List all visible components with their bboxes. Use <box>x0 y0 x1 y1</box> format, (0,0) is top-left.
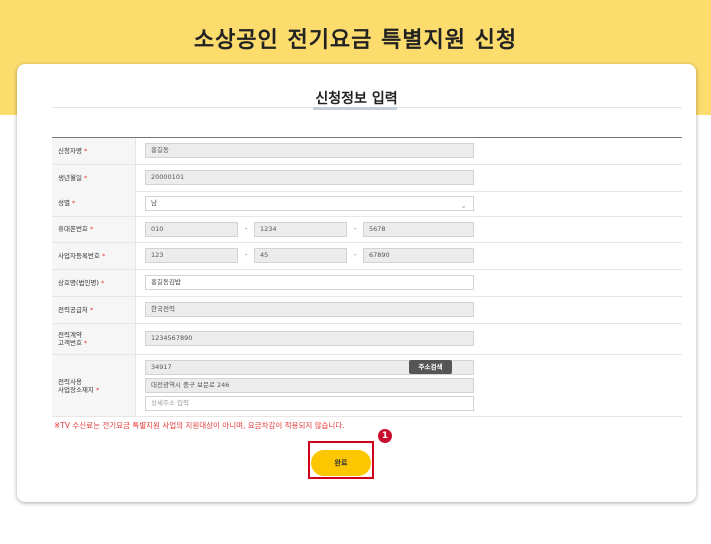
business-number-part1-field[interactable]: 123 <box>145 248 238 263</box>
form-card: 신청정보 입력 신청자명 * 홍길동 생년월일 * 20000101 성별 * … <box>17 64 696 502</box>
gender-select[interactable]: 남 ⌄ <box>145 196 474 211</box>
label-address-line1: 전력사용 <box>58 378 82 386</box>
row-label: 사업자등록번호 * <box>52 243 136 269</box>
applicant-name-field[interactable]: 홍길동 <box>145 143 474 158</box>
customer-number-field[interactable]: 1234567890 <box>145 331 474 346</box>
gender-selected-value: 남 <box>151 199 157 207</box>
label-birth-date: 생년월일 <box>58 174 82 182</box>
power-supplier-field[interactable]: 한국전력 <box>145 302 474 317</box>
row-label: 상호명(법인명) * <box>52 270 136 296</box>
step-badge: 1 <box>378 429 392 443</box>
required-mark: * <box>95 386 100 394</box>
required-mark: * <box>101 279 105 287</box>
business-number-part2-field[interactable]: 45 <box>254 248 347 263</box>
required-mark: * <box>84 147 88 155</box>
page-title: 소상공인 전기요금 특별지원 신청 <box>193 28 518 53</box>
separator: - <box>354 251 357 259</box>
required-mark: * <box>89 225 94 233</box>
submit-button[interactable]: 완료 <box>311 450 371 476</box>
notice-text: ※TV 수신료는 전기요금 특별지원 사업의 지원대상이 아니며, 요금차감이 … <box>54 421 345 430</box>
row-label: 성별 * <box>52 191 136 216</box>
row-business-number: 사업자등록번호 * 123 - 45 - 67890 <box>52 243 682 270</box>
birth-date-field[interactable]: 20000101 <box>145 170 474 185</box>
label-gender: 성별 <box>58 199 70 207</box>
row-label: 생년월일 * <box>52 165 136 191</box>
required-mark: * <box>84 339 88 347</box>
label-address-line2: 사업장소재지 <box>58 386 94 394</box>
row-gender: 성별 * 남 ⌄ <box>52 191 682 217</box>
card-title: 신청정보 입력 <box>315 91 398 107</box>
required-mark: * <box>101 252 106 260</box>
phone-part2-field[interactable]: 1234 <box>254 222 347 237</box>
label-power-supplier: 전력공급처 <box>58 306 88 314</box>
phone-part1-field[interactable]: 010 <box>145 222 238 237</box>
company-name-field[interactable]: 홍길동김밥 <box>145 275 474 290</box>
row-label: 휴대폰번호 * <box>52 217 136 242</box>
required-mark: * <box>89 306 94 314</box>
phone-part3-field[interactable]: 5678 <box>363 222 474 237</box>
row-company-name: 상호명(법인명) * 홍길동김밥 <box>52 270 682 297</box>
address-field[interactable]: 대전광역시 중구 보문로 246 <box>145 378 474 393</box>
label-phone: 휴대폰번호 <box>58 225 88 233</box>
label-company-name: 상호명(법인명) <box>58 279 99 287</box>
separator: - <box>245 251 248 259</box>
row-address: 전력사용 사업장소재지 * 34917 주소검색 대전광역시 중구 보문로 24… <box>52 355 682 417</box>
required-mark: * <box>72 199 76 207</box>
row-label: 전력계약 고객번호 * <box>52 324 136 354</box>
label-customer-number-line1: 전력계약 <box>58 331 82 339</box>
row-customer-number: 전력계약 고객번호 * 1234567890 <box>52 324 682 355</box>
row-applicant-name: 신청자명 * 홍길동 <box>52 138 682 165</box>
address-search-button[interactable]: 주소검색 <box>409 360 452 374</box>
row-label: 신청자명 * <box>52 138 136 164</box>
separator: - <box>354 225 357 233</box>
chevron-down-icon: ⌄ <box>460 201 467 210</box>
label-applicant-name: 신청자명 <box>58 147 82 155</box>
label-customer-number-line2: 고객번호 <box>58 339 82 347</box>
row-phone: 휴대폰번호 * 010 - 1234 - 5678 <box>52 217 682 243</box>
required-mark: * <box>84 174 88 182</box>
row-birth-date: 생년월일 * 20000101 <box>52 165 682 192</box>
separator: - <box>245 225 248 233</box>
label-business-number: 사업자등록번호 <box>58 252 100 260</box>
row-power-supplier: 전력공급처 * 한국전력 <box>52 297 682 324</box>
row-label: 전력사용 사업장소재지 * <box>52 355 136 416</box>
row-label: 전력공급처 * <box>52 297 136 323</box>
title-underline <box>313 107 397 110</box>
detail-address-input[interactable]: 상세주소 입력 <box>145 396 474 411</box>
business-number-part3-field[interactable]: 67890 <box>363 248 474 263</box>
